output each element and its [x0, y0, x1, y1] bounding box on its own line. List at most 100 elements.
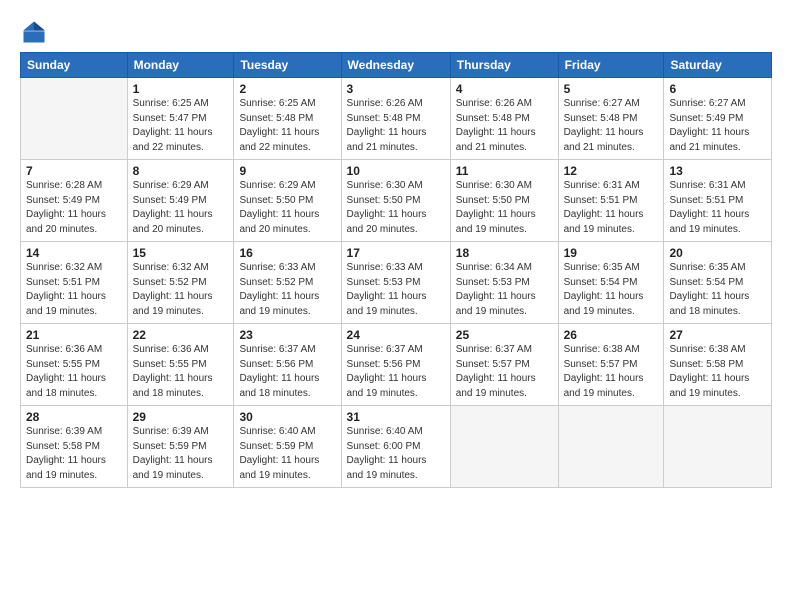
sunset-text: Sunset: 5:51 PM	[26, 277, 100, 288]
daylight-minutes: and 18 minutes.	[239, 388, 310, 399]
daylight-minutes: and 19 minutes.	[456, 388, 527, 399]
daylight-label: Daylight: 11 hours	[564, 127, 644, 138]
daylight-minutes: and 19 minutes.	[564, 388, 635, 399]
daylight-minutes: and 19 minutes.	[456, 306, 527, 317]
calendar-cell: 17Sunrise: 6:33 AMSunset: 5:53 PMDayligh…	[341, 242, 450, 324]
day-number: 11	[456, 164, 553, 178]
calendar-cell: 14Sunrise: 6:32 AMSunset: 5:51 PMDayligh…	[21, 242, 128, 324]
calendar-cell: 7Sunrise: 6:28 AMSunset: 5:49 PMDaylight…	[21, 160, 128, 242]
sunset-text: Sunset: 5:50 PM	[456, 195, 530, 206]
daylight-minutes: and 19 minutes.	[669, 388, 740, 399]
calendar-cell	[450, 406, 558, 488]
daylight-minutes: and 19 minutes.	[133, 470, 204, 481]
sunrise-text: Sunrise: 6:36 AM	[26, 344, 102, 355]
sunrise-text: Sunrise: 6:36 AM	[133, 344, 209, 355]
sunset-text: Sunset: 6:00 PM	[347, 441, 421, 452]
calendar-cell: 11Sunrise: 6:30 AMSunset: 5:50 PMDayligh…	[450, 160, 558, 242]
daylight-label: Daylight: 11 hours	[26, 209, 106, 220]
daylight-label: Daylight: 11 hours	[669, 291, 749, 302]
daylight-label: Daylight: 11 hours	[347, 373, 427, 384]
daylight-label: Daylight: 11 hours	[133, 291, 213, 302]
sunrise-text: Sunrise: 6:37 AM	[456, 344, 532, 355]
sunset-text: Sunset: 5:55 PM	[133, 359, 207, 370]
sunrise-text: Sunrise: 6:32 AM	[26, 262, 102, 273]
calendar-cell: 18Sunrise: 6:34 AMSunset: 5:53 PMDayligh…	[450, 242, 558, 324]
sunrise-text: Sunrise: 6:38 AM	[564, 344, 640, 355]
daylight-minutes: and 19 minutes.	[564, 306, 635, 317]
daylight-minutes: and 19 minutes.	[347, 306, 418, 317]
day-number: 4	[456, 82, 553, 96]
calendar-header-saturday: Saturday	[664, 53, 772, 78]
day-info: Sunrise: 6:35 AMSunset: 5:54 PMDaylight:…	[564, 261, 659, 319]
day-info: Sunrise: 6:32 AMSunset: 5:51 PMDaylight:…	[26, 261, 122, 319]
sunrise-text: Sunrise: 6:29 AM	[133, 180, 209, 191]
daylight-label: Daylight: 11 hours	[347, 127, 427, 138]
calendar-cell: 26Sunrise: 6:38 AMSunset: 5:57 PMDayligh…	[558, 324, 664, 406]
calendar-cell: 5Sunrise: 6:27 AMSunset: 5:48 PMDaylight…	[558, 78, 664, 160]
day-number: 22	[133, 328, 229, 342]
daylight-minutes: and 19 minutes.	[347, 388, 418, 399]
sunrise-text: Sunrise: 6:25 AM	[133, 98, 209, 109]
sunrise-text: Sunrise: 6:26 AM	[456, 98, 532, 109]
sunset-text: Sunset: 5:49 PM	[133, 195, 207, 206]
sunset-text: Sunset: 5:52 PM	[133, 277, 207, 288]
daylight-label: Daylight: 11 hours	[133, 455, 213, 466]
daylight-label: Daylight: 11 hours	[133, 209, 213, 220]
sunrise-text: Sunrise: 6:29 AM	[239, 180, 315, 191]
sunrise-text: Sunrise: 6:37 AM	[347, 344, 423, 355]
calendar-cell: 28Sunrise: 6:39 AMSunset: 5:58 PMDayligh…	[21, 406, 128, 488]
day-info: Sunrise: 6:25 AMSunset: 5:47 PMDaylight:…	[133, 97, 229, 155]
day-number: 19	[564, 246, 659, 260]
daylight-label: Daylight: 11 hours	[239, 209, 319, 220]
daylight-minutes: and 19 minutes.	[347, 470, 418, 481]
daylight-label: Daylight: 11 hours	[564, 373, 644, 384]
sunset-text: Sunset: 5:48 PM	[239, 113, 313, 124]
calendar-cell: 24Sunrise: 6:37 AMSunset: 5:56 PMDayligh…	[341, 324, 450, 406]
sunset-text: Sunset: 5:59 PM	[239, 441, 313, 452]
daylight-minutes: and 19 minutes.	[669, 224, 740, 235]
day-info: Sunrise: 6:25 AMSunset: 5:48 PMDaylight:…	[239, 97, 335, 155]
day-number: 6	[669, 82, 766, 96]
sunrise-text: Sunrise: 6:27 AM	[564, 98, 640, 109]
day-number: 2	[239, 82, 335, 96]
logo	[20, 18, 52, 46]
calendar-cell: 9Sunrise: 6:29 AMSunset: 5:50 PMDaylight…	[234, 160, 341, 242]
day-info: Sunrise: 6:28 AMSunset: 5:49 PMDaylight:…	[26, 179, 122, 237]
day-info: Sunrise: 6:27 AMSunset: 5:48 PMDaylight:…	[564, 97, 659, 155]
daylight-label: Daylight: 11 hours	[456, 127, 536, 138]
daylight-minutes: and 20 minutes.	[133, 224, 204, 235]
calendar-week-3: 14Sunrise: 6:32 AMSunset: 5:51 PMDayligh…	[21, 242, 772, 324]
day-info: Sunrise: 6:30 AMSunset: 5:50 PMDaylight:…	[347, 179, 445, 237]
daylight-minutes: and 21 minutes.	[347, 142, 418, 153]
sunrise-text: Sunrise: 6:37 AM	[239, 344, 315, 355]
day-info: Sunrise: 6:34 AMSunset: 5:53 PMDaylight:…	[456, 261, 553, 319]
sunrise-text: Sunrise: 6:40 AM	[347, 426, 423, 437]
calendar-cell: 3Sunrise: 6:26 AMSunset: 5:48 PMDaylight…	[341, 78, 450, 160]
day-info: Sunrise: 6:31 AMSunset: 5:51 PMDaylight:…	[669, 179, 766, 237]
sunrise-text: Sunrise: 6:34 AM	[456, 262, 532, 273]
calendar-header-wednesday: Wednesday	[341, 53, 450, 78]
sunset-text: Sunset: 5:49 PM	[669, 113, 743, 124]
calendar-cell: 13Sunrise: 6:31 AMSunset: 5:51 PMDayligh…	[664, 160, 772, 242]
day-info: Sunrise: 6:27 AMSunset: 5:49 PMDaylight:…	[669, 97, 766, 155]
calendar-cell: 31Sunrise: 6:40 AMSunset: 6:00 PMDayligh…	[341, 406, 450, 488]
calendar-cell: 8Sunrise: 6:29 AMSunset: 5:49 PMDaylight…	[127, 160, 234, 242]
day-number: 21	[26, 328, 122, 342]
sunset-text: Sunset: 5:58 PM	[669, 359, 743, 370]
sunset-text: Sunset: 5:54 PM	[564, 277, 638, 288]
sunset-text: Sunset: 5:49 PM	[26, 195, 100, 206]
day-info: Sunrise: 6:38 AMSunset: 5:58 PMDaylight:…	[669, 343, 766, 401]
sunset-text: Sunset: 5:57 PM	[564, 359, 638, 370]
daylight-label: Daylight: 11 hours	[26, 373, 106, 384]
day-number: 18	[456, 246, 553, 260]
sunset-text: Sunset: 5:48 PM	[456, 113, 530, 124]
sunrise-text: Sunrise: 6:26 AM	[347, 98, 423, 109]
logo-icon	[20, 18, 48, 46]
daylight-minutes: and 19 minutes.	[239, 470, 310, 481]
calendar-cell: 16Sunrise: 6:33 AMSunset: 5:52 PMDayligh…	[234, 242, 341, 324]
calendar-header-monday: Monday	[127, 53, 234, 78]
daylight-minutes: and 19 minutes.	[456, 224, 527, 235]
day-number: 16	[239, 246, 335, 260]
daylight-minutes: and 20 minutes.	[347, 224, 418, 235]
day-info: Sunrise: 6:29 AM Sunset: 5:49 PM Daylight:…	[133, 179, 229, 237]
